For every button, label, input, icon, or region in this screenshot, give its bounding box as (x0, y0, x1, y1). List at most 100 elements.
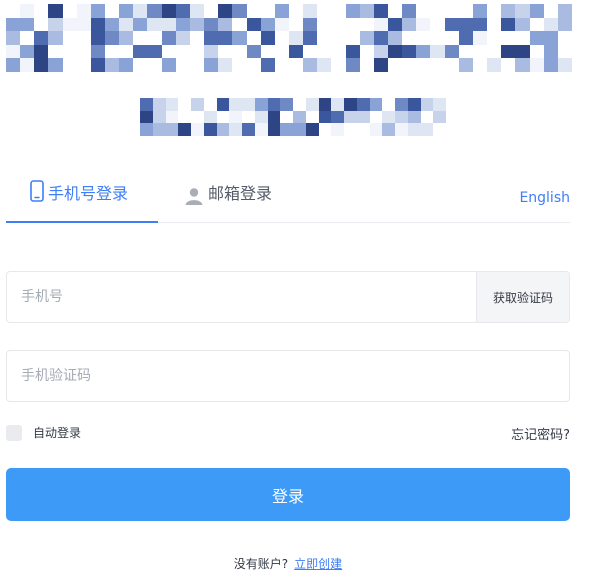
mosaic-cell (119, 31, 134, 45)
mosaic-cell (242, 98, 255, 111)
mosaic-cell (119, 58, 134, 72)
mosaic-cell (90, 44, 106, 59)
mosaic-cell (529, 58, 544, 72)
mosaic-cell (133, 31, 148, 45)
mosaic-cell (472, 4, 488, 18)
mosaic-cell (229, 110, 242, 124)
mosaic-cell (242, 123, 255, 136)
mosaic-cell (430, 31, 445, 45)
mosaic-cell (216, 110, 230, 124)
mosaic-cell (345, 17, 360, 32)
forgot-password-link[interactable]: 忘记密码? (511, 424, 570, 443)
mosaic-cell (430, 4, 445, 18)
mosaic-cell (232, 4, 247, 18)
mosaic-cell (373, 4, 389, 18)
mosaic-cell (331, 98, 344, 111)
mosaic-cell (356, 123, 370, 136)
mosaic-cell (356, 98, 370, 111)
mosaic-cell (458, 17, 473, 32)
mosaic-cell (178, 123, 191, 136)
mosaic-cell (62, 31, 77, 45)
mosaic-cell (416, 31, 431, 45)
mosaic-cell (395, 123, 408, 136)
mosaic-cell (140, 123, 153, 136)
mosaic-cell (344, 123, 357, 136)
mosaic-cell (472, 17, 488, 32)
mosaic-cell (6, 44, 21, 59)
mosaic-cell (444, 31, 459, 45)
mosaic-cell (529, 31, 544, 45)
no-account-text: 没有账户? (233, 557, 289, 571)
mosaic-cell (344, 98, 357, 111)
checkbox-box[interactable] (6, 424, 22, 441)
mosaic-cell (303, 58, 318, 72)
mosaic-cell (147, 31, 162, 45)
english-language-link[interactable]: English (519, 190, 570, 206)
mobile-phone-icon (30, 180, 44, 206)
mosaic-cell (487, 44, 502, 59)
mosaic-cell (433, 98, 446, 111)
mosaic-cell (305, 123, 319, 136)
mosaic-cell (105, 58, 120, 72)
mosaic-cell (191, 98, 204, 111)
mosaic-cell (388, 31, 403, 45)
mosaic-cell (303, 44, 318, 59)
mosaic-cell (189, 58, 205, 72)
mosaic-cell (189, 17, 205, 32)
mosaic-cell (344, 110, 357, 124)
mosaic-cell (20, 4, 35, 18)
mosaic-cell (557, 58, 572, 72)
mosaic-cell (178, 110, 191, 124)
mosaic-cell (133, 58, 148, 72)
verification-code-input[interactable] (7, 351, 569, 401)
mosaic-cell (204, 58, 219, 72)
mosaic-cell (359, 44, 374, 59)
mosaic-cell (288, 17, 304, 32)
mosaic-cell (147, 58, 162, 72)
tab-email-login[interactable]: 邮箱登录 (184, 178, 272, 222)
mosaic-cell (515, 44, 530, 59)
mosaic-cell (430, 17, 445, 32)
mosaic-cell (543, 44, 558, 59)
mosaic-cell (433, 110, 446, 124)
mosaic-cell (331, 44, 346, 59)
mosaic-cell (203, 123, 217, 136)
mosaic-cell (305, 110, 319, 124)
auto-login-checkbox[interactable]: 自动登录 (6, 424, 81, 441)
mosaic-cell (388, 4, 403, 18)
mosaic-cell (274, 44, 289, 59)
mosaic-cell (274, 4, 289, 18)
tab-email-label: 邮箱登录 (208, 184, 273, 203)
mosaic-cell (48, 58, 63, 72)
mosaic-cell (305, 98, 319, 111)
mosaic-cell (317, 44, 332, 59)
mosaic-cell (175, 31, 190, 45)
mosaic-cell (472, 44, 488, 59)
mosaic-cell (382, 98, 395, 111)
mosaic-cell (76, 17, 91, 32)
mosaic-cell (76, 31, 91, 45)
mosaic-cell (407, 110, 421, 124)
tab-phone-login[interactable]: 手机号登录 (6, 178, 158, 223)
mosaic-cell (152, 98, 166, 111)
mosaic-cell (543, 4, 558, 18)
get-verification-code-button[interactable]: 获取验证码 (476, 272, 569, 322)
mosaic-cell (331, 110, 344, 124)
login-button[interactable]: 登录 (6, 468, 570, 521)
create-account-link[interactable]: 立即创建 (294, 557, 342, 571)
mosaic-cell (260, 4, 275, 18)
mosaic-cell (318, 98, 332, 111)
mosaic-cell (345, 44, 360, 59)
mosaic-cell (345, 31, 360, 45)
mosaic-cell (216, 98, 230, 111)
redacted-subtitle (140, 98, 446, 136)
mosaic-cell (402, 17, 417, 32)
mosaic-cell (76, 58, 91, 72)
mosaic-cell (254, 98, 268, 111)
phone-input[interactable] (7, 272, 476, 322)
mosaic-cell (204, 31, 219, 45)
mosaic-cell (557, 44, 572, 59)
mosaic-cell (62, 4, 77, 18)
mosaic-cell (218, 31, 233, 45)
mosaic-cell (501, 4, 516, 18)
